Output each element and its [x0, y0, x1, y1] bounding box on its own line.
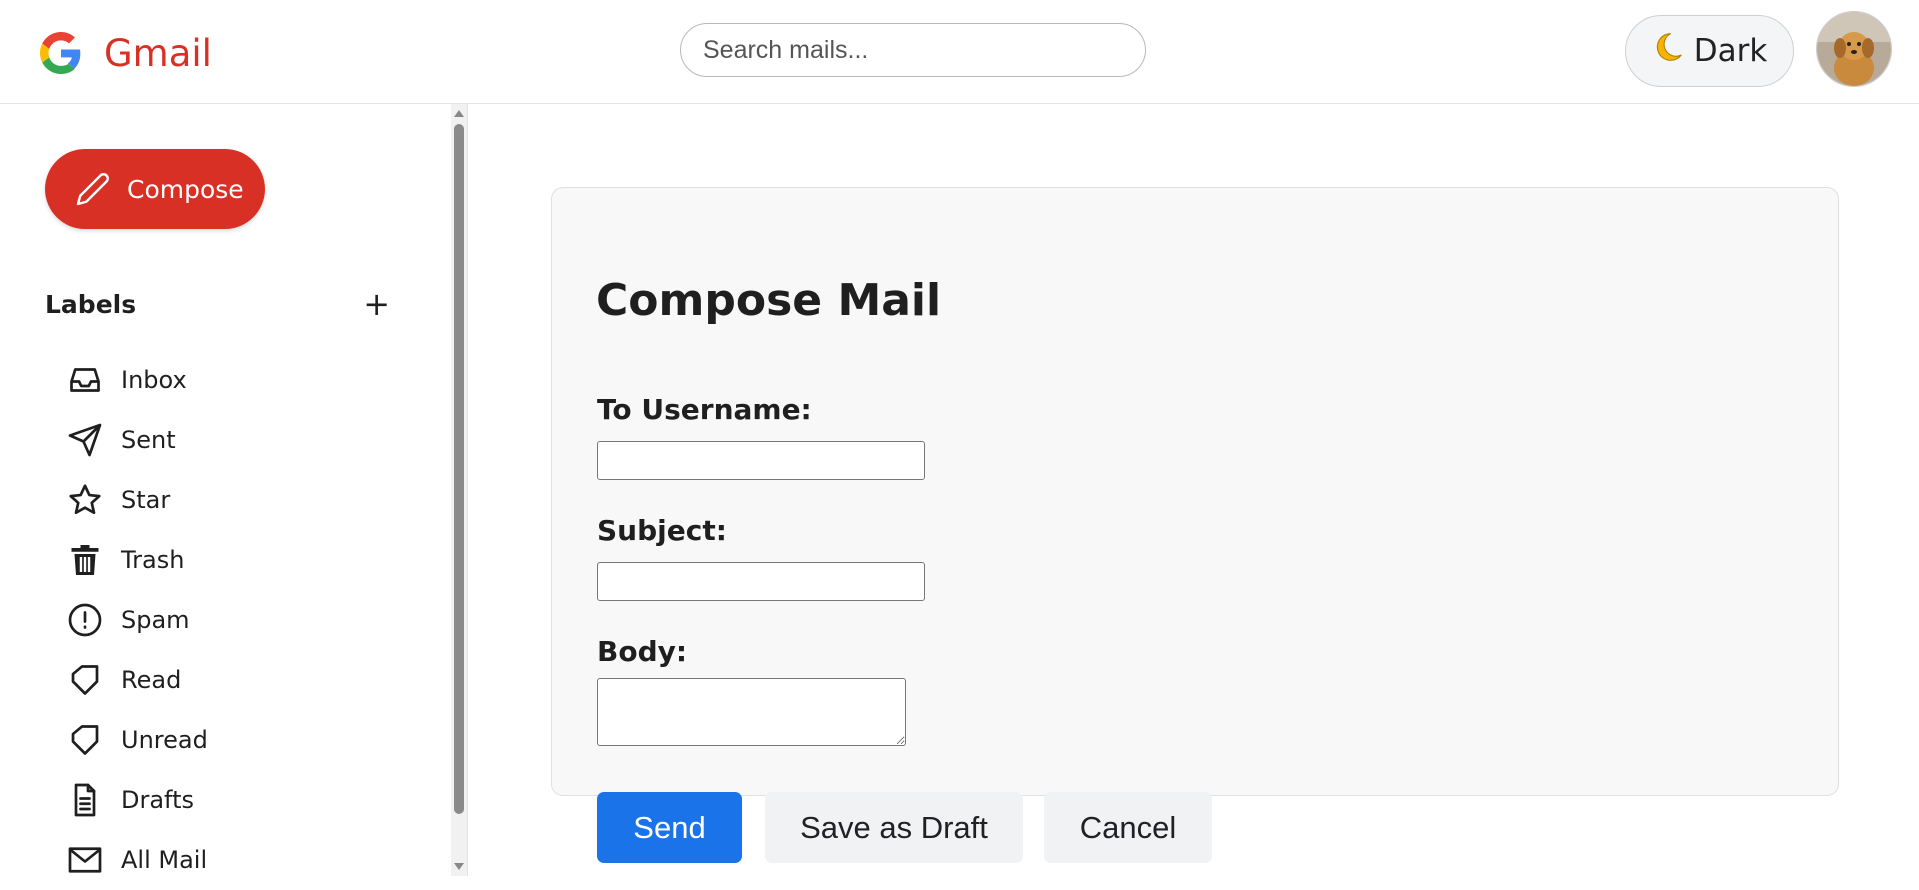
send-button[interactable]: Send: [597, 792, 742, 863]
file-text-icon: [74, 783, 96, 817]
sidebar-item-all-mail[interactable]: All Mail: [67, 830, 208, 890]
alert-circle-icon: [68, 603, 102, 637]
sidebar-item-label: Star: [121, 486, 171, 514]
sidebar-item-unread[interactable]: Unread: [67, 710, 208, 770]
sidebar-item-star[interactable]: Star: [67, 470, 208, 530]
puppy-avatar-icon: [1817, 12, 1891, 86]
label-list: Inbox Sent Star Trash Spam Read Unread D…: [67, 350, 208, 890]
tag-icon: [71, 665, 99, 695]
cancel-button[interactable]: Cancel: [1044, 792, 1212, 863]
sidebar-item-label: All Mail: [121, 846, 208, 874]
labels-header: Labels +: [45, 284, 390, 324]
avatar[interactable]: [1816, 11, 1892, 87]
sidebar-item-label: Unread: [121, 726, 208, 754]
sidebar-item-spam[interactable]: Spam: [67, 590, 208, 650]
body-label: Body:: [597, 635, 688, 668]
body-field[interactable]: [597, 678, 906, 746]
send-icon: [68, 423, 102, 457]
sidebar-item-label: Sent: [121, 426, 176, 454]
sidebar-scrollbar[interactable]: [451, 104, 467, 876]
subject-field[interactable]: [597, 562, 925, 601]
sidebar-item-label: Read: [121, 666, 182, 694]
google-logo-icon: [40, 32, 81, 74]
brand-name: Gmail: [104, 31, 212, 75]
page-title: Compose Mail: [596, 275, 942, 326]
top-header: Gmail Dark: [0, 0, 1919, 104]
inbox-icon: [70, 368, 100, 392]
tag-icon: [71, 725, 99, 755]
add-label-button[interactable]: +: [363, 288, 390, 320]
sidebar-item-drafts[interactable]: Drafts: [67, 770, 208, 830]
sidebar-item-label: Drafts: [121, 786, 194, 814]
save-draft-button[interactable]: Save as Draft: [765, 792, 1023, 863]
scroll-up-arrow-icon[interactable]: [454, 110, 464, 117]
mail-icon: [68, 847, 102, 873]
moon-icon: [1652, 31, 1684, 71]
star-icon: [69, 484, 101, 515]
scrollbar-thumb[interactable]: [454, 124, 464, 814]
compose-button[interactable]: Compose: [45, 149, 265, 229]
sidebar-item-label: Inbox: [121, 366, 187, 394]
scroll-down-arrow-icon[interactable]: [454, 863, 464, 870]
subject-label: Subject:: [597, 514, 727, 547]
sidebar-item-trash[interactable]: Trash: [67, 530, 208, 590]
sidebar-item-label: Trash: [121, 546, 185, 574]
trash-icon: [71, 545, 99, 575]
brand[interactable]: Gmail: [40, 28, 212, 78]
to-username-label: To Username:: [597, 393, 812, 426]
sidebar-item-read[interactable]: Read: [67, 650, 208, 710]
pencil-icon: [76, 173, 109, 206]
compose-label: Compose: [127, 174, 244, 204]
sidebar-item-label: Spam: [121, 606, 190, 634]
sidebar: Compose Labels + Inbox Sent Star Trash S…: [0, 104, 468, 876]
sidebar-item-sent[interactable]: Sent: [67, 410, 208, 470]
sidebar-item-inbox[interactable]: Inbox: [67, 350, 208, 410]
to-username-field[interactable]: [597, 441, 925, 480]
search-input[interactable]: [680, 23, 1146, 77]
theme-toggle-button[interactable]: Dark: [1625, 15, 1794, 87]
sidebar-divider: [467, 104, 468, 876]
theme-toggle-label: Dark: [1693, 33, 1768, 69]
labels-title: Labels: [45, 289, 137, 319]
